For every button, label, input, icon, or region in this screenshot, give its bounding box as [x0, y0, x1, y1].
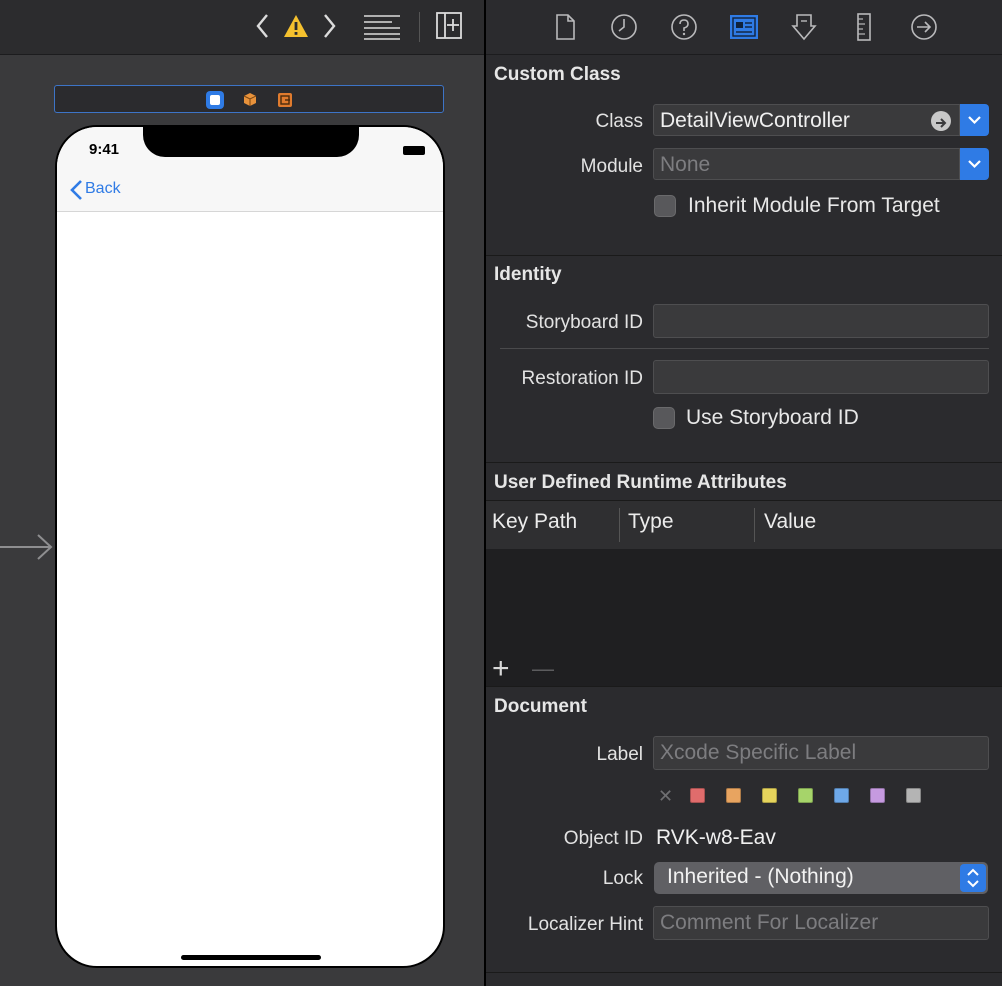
size-inspector-icon[interactable]: [849, 12, 879, 42]
use-storyboard-id-label: Use Storyboard ID: [686, 406, 859, 429]
scene-dock: [54, 85, 444, 113]
color-swatch-green[interactable]: [798, 788, 813, 803]
document-title: Document: [494, 696, 587, 717]
key-path-column[interactable]: Key Path: [492, 510, 577, 534]
add-attribute-button[interactable]: +: [492, 651, 510, 687]
restoration-id-label: Restoration ID: [521, 368, 643, 389]
localizer-placeholder: Comment For Localizer: [660, 911, 879, 934]
class-dropdown-button[interactable]: [960, 104, 989, 136]
back-chevron-icon[interactable]: [69, 179, 85, 201]
class-field[interactable]: DetailViewController: [653, 104, 960, 136]
first-responder-icon[interactable]: [241, 91, 259, 109]
warning-icon[interactable]: [282, 10, 310, 51]
back-button[interactable]: Back: [85, 180, 121, 198]
color-swatch-yellow[interactable]: [762, 788, 777, 803]
localizer-hint-label: Localizer Hint: [527, 914, 643, 935]
exit-icon[interactable]: [276, 91, 294, 109]
chevron-right-icon[interactable]: [318, 10, 340, 51]
lock-label: Lock: [602, 868, 643, 889]
restoration-id-field[interactable]: [653, 360, 989, 394]
color-swatch-orange[interactable]: [726, 788, 741, 803]
inspector-tabbar: [486, 0, 1002, 55]
field-divider: [500, 348, 989, 349]
color-swatch-red[interactable]: [690, 788, 705, 803]
identity-title: Identity: [494, 264, 562, 285]
view-controller-icon[interactable]: [206, 91, 224, 109]
help-inspector-icon[interactable]: [669, 12, 699, 42]
module-label: Module: [580, 156, 643, 177]
identity-inspector-icon[interactable]: [729, 12, 759, 42]
file-inspector-icon[interactable]: [550, 12, 580, 42]
battery-icon: [403, 146, 425, 155]
inherit-module-label: Inherit Module From Target: [688, 194, 940, 217]
value-column[interactable]: Value: [764, 510, 816, 534]
chevron-left-icon[interactable]: [252, 10, 274, 51]
module-dropdown-button[interactable]: [960, 148, 989, 180]
editor-options-icon[interactable]: [362, 10, 402, 51]
color-swatch-gray[interactable]: [906, 788, 921, 803]
column-separator: [619, 508, 620, 542]
custom-class-title: Custom Class: [494, 64, 621, 85]
color-swatch-purple[interactable]: [870, 788, 885, 803]
runtime-attributes-title: User Defined Runtime Attributes: [494, 472, 787, 493]
class-value: DetailViewController: [660, 109, 850, 132]
section-divider: [486, 462, 1002, 463]
module-placeholder: None: [660, 153, 711, 176]
storyboard-id-label: Storyboard ID: [525, 312, 643, 333]
remove-attribute-button[interactable]: —: [532, 655, 554, 683]
label-label: Label: [596, 744, 644, 765]
storyboard-id-field[interactable]: [653, 304, 989, 338]
status-time: 9:41: [89, 141, 120, 158]
entry-point-arrow-icon[interactable]: [0, 532, 54, 562]
section-divider: [486, 686, 1002, 687]
attributes-table-body[interactable]: [486, 549, 1002, 686]
history-inspector-icon[interactable]: [609, 12, 639, 42]
label-field[interactable]: Xcode Specific Label: [653, 736, 989, 770]
type-column[interactable]: Type: [628, 510, 674, 534]
iphone-frame[interactable]: 9:41 Back: [55, 125, 445, 968]
section-divider: [486, 255, 1002, 256]
add-editor-icon[interactable]: [434, 10, 464, 51]
section-divider: [486, 972, 1002, 973]
module-field[interactable]: None: [653, 148, 960, 180]
go-to-class-icon[interactable]: [931, 111, 951, 131]
lock-value: Inherited - (Nothing): [667, 865, 854, 888]
localizer-hint-field[interactable]: Comment For Localizer: [653, 906, 989, 940]
inherit-module-checkbox[interactable]: [654, 195, 676, 217]
label-placeholder: Xcode Specific Label: [660, 741, 857, 764]
connections-inspector-icon[interactable]: [909, 12, 939, 42]
home-indicator: [181, 955, 321, 960]
use-storyboard-id-checkbox[interactable]: [653, 407, 675, 429]
editor-toolbar: [0, 0, 485, 55]
class-label: Class: [595, 111, 643, 132]
column-separator: [754, 508, 755, 542]
phone-notch: [143, 127, 359, 157]
lock-popup[interactable]: Inherited - (Nothing): [654, 862, 988, 894]
clear-color-button[interactable]: ✕: [658, 786, 673, 807]
object-id-label: Object ID: [563, 828, 643, 849]
identity-inspector: Custom Class Class DetailViewController …: [486, 0, 1002, 986]
color-swatch-blue[interactable]: [834, 788, 849, 803]
object-id-value: RVK-w8-Eav: [656, 826, 776, 849]
attributes-inspector-icon[interactable]: [789, 12, 819, 42]
popup-stepper-icon[interactable]: [960, 864, 986, 892]
